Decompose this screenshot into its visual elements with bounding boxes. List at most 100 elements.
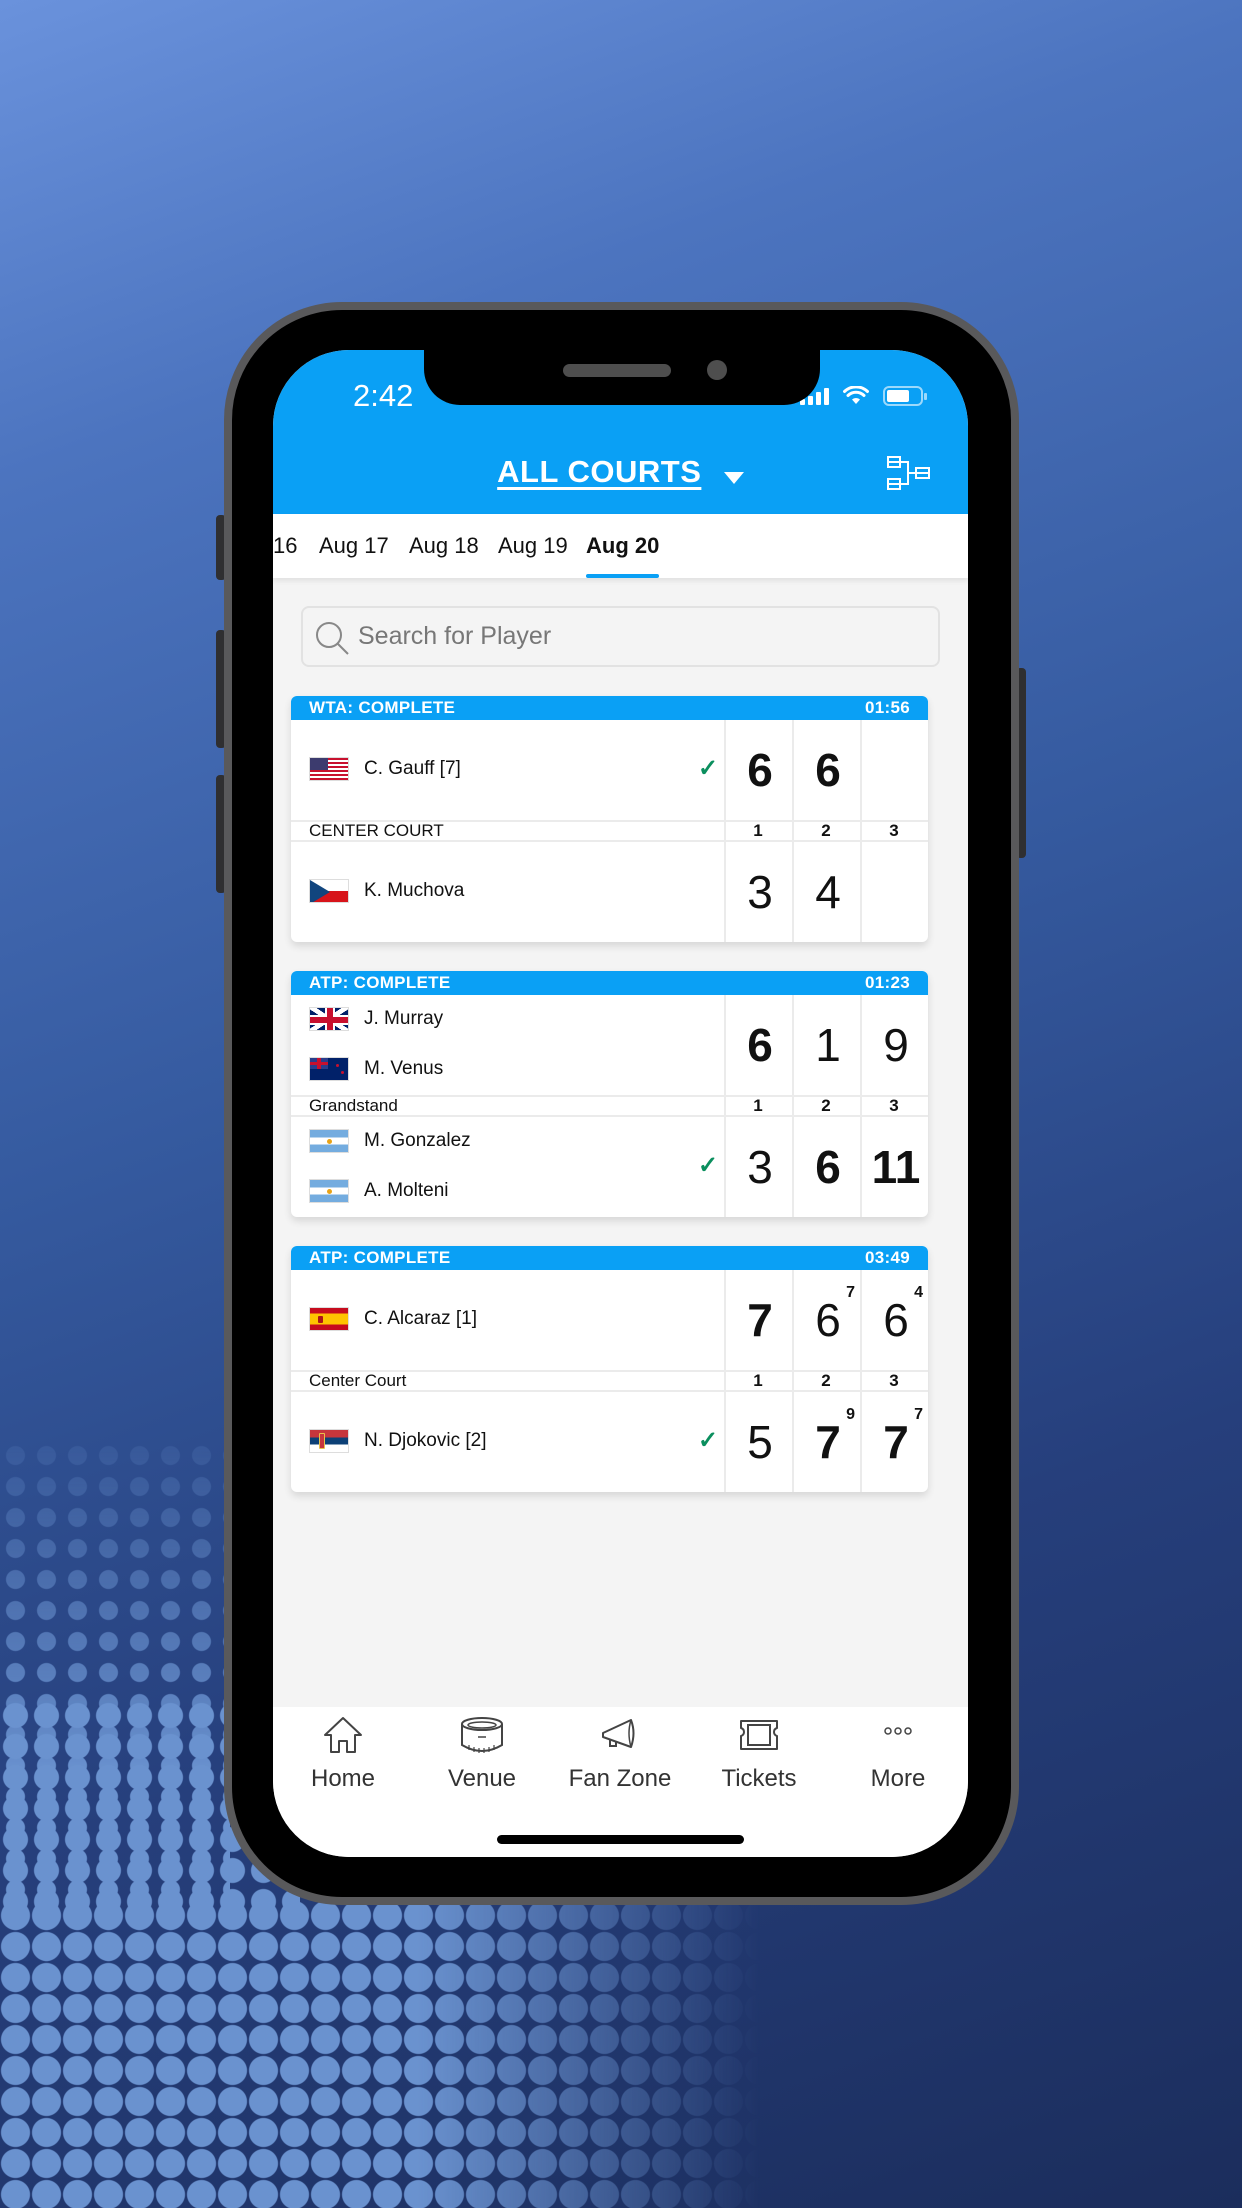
score: 6 [815,744,841,796]
set-column: 6 3 [724,720,792,942]
player: N. Djokovic [2] [309,1429,486,1453]
tiebreak-score: 7 [914,1406,923,1423]
set-column: 6 4 7 7 [860,1270,928,1492]
player: C. Alcaraz [1] [309,1307,477,1331]
bottom-nav: Home Venue Fan Zone Tickets More [273,1707,968,1857]
match-duration: 01:56 [865,698,910,717]
score: 1 [815,1019,841,1071]
match-card[interactable]: WTA: COMPLETE 01:56 C. Gauff [7] ✓ CENTE… [291,696,928,942]
nav-label: More [870,1765,926,1792]
court-selector-dropdown[interactable]: ALL COURTS [273,454,968,490]
team-bottom: K. Muchova [291,842,724,942]
phone-notch [424,350,820,405]
search-input[interactable] [358,608,918,665]
search-box[interactable] [301,606,940,667]
player: J. Murray [309,1007,443,1031]
winner-check-icon: ✓ [698,1427,719,1454]
player: K. Muchova [309,879,464,903]
app-screen: 2:42 ALL COURTS 16 Aug 17 Aug 18 Aug 19 … [273,350,968,1857]
match-header: ATP: COMPLETE 03:49 [291,1246,928,1270]
court-name: CENTER COURT [309,821,444,840]
wifi-icon [843,386,869,404]
tab-date[interactable]: 16 [273,514,297,578]
stadium-icon [461,1717,503,1753]
status-icons [800,386,927,406]
date-tabs: 16 Aug 17 Aug 18 Aug 19 Aug 20 [273,514,968,578]
megaphone-icon [602,1719,635,1748]
set-column: 7 5 [724,1270,792,1492]
tab-date[interactable]: Aug 19 [498,514,568,578]
flag-cze-icon [309,879,349,903]
nav-label: Home [310,1765,376,1792]
match-duration: 03:49 [865,1248,910,1267]
score: 4 [815,866,841,918]
team-bottom: N. Djokovic [2] ✓ [291,1392,724,1492]
battery-icon [883,386,927,406]
front-camera [707,360,727,380]
set-column: 9 11 [860,995,928,1217]
nav-more[interactable]: More [833,1715,963,1793]
team-top: C. Alcaraz [1] [291,1270,724,1370]
ticket-icon [740,1720,778,1750]
chevron-down-icon [723,471,744,484]
tiebreak-score: 4 [914,1284,923,1301]
flag-gbr-icon [309,1007,349,1031]
tab-date-active[interactable]: Aug 20 [586,514,660,578]
tiebreak-score: 7 [846,1284,855,1301]
nav-tickets[interactable]: Tickets [694,1715,824,1793]
status-time: 2:42 [353,378,414,413]
set-column: 6 7 7 9 [792,1270,860,1492]
set-column [860,720,928,942]
score: 5 [747,1416,773,1468]
more-icon [884,1727,912,1735]
player: M. Gonzalez [309,1129,471,1153]
player: M. Venus [309,1057,443,1081]
tiebreak-score: 9 [846,1406,855,1423]
set-column: 1 6 [792,995,860,1217]
speaker-grille [563,364,671,377]
halftone-decoration [0,1900,760,2208]
score: 6 [747,1019,773,1071]
score: 11 [871,1141,921,1193]
score: 3 [747,1141,773,1193]
score: 7 [747,1294,773,1346]
team-top: J. Murray M. Venus [291,995,724,1095]
flag-nzl-icon [309,1057,349,1081]
tab-date[interactable]: Aug 18 [409,514,479,578]
flag-arg-icon [309,1129,349,1153]
winner-check-icon: ✓ [698,1152,719,1179]
search-icon [316,622,349,655]
match-card[interactable]: ATP: COMPLETE 01:23 J. Murray M. Venus G… [291,971,928,1217]
winner-check-icon: ✓ [698,755,719,782]
nav-home[interactable]: Home [278,1715,408,1793]
flag-srb-icon [309,1429,349,1453]
match-status: WTA: COMPLETE [309,698,456,717]
score: 3 [747,866,773,918]
score: 9 [883,1019,909,1071]
court-name: Grandstand [309,1096,398,1115]
match-card[interactable]: ATP: COMPLETE 03:49 C. Alcaraz [1] Cente… [291,1246,928,1492]
bracket-icon[interactable] [886,455,932,491]
court-name: Center Court [309,1371,407,1390]
tab-date[interactable]: Aug 17 [319,514,389,578]
player: C. Gauff [7] [309,757,461,781]
flag-arg-icon [309,1179,349,1203]
match-status: ATP: COMPLETE [309,973,451,992]
set-column: 6 4 [792,720,860,942]
match-status: ATP: COMPLETE [309,1248,451,1267]
flag-esp-icon [309,1307,349,1331]
flag-usa-icon [309,757,349,781]
match-header: ATP: COMPLETE 01:23 [291,971,928,995]
nav-label: Venue [447,1765,517,1792]
score: 6 [747,744,773,796]
home-icon [324,1717,362,1753]
match-header: WTA: COMPLETE 01:56 [291,696,928,720]
set-column: 6 3 [724,995,792,1217]
nav-venue[interactable]: Venue [417,1715,547,1793]
home-indicator[interactable] [497,1835,744,1844]
player: A. Molteni [309,1179,448,1203]
team-bottom: M. Gonzalez A. Molteni ✓ [291,1117,724,1217]
nav-label: Tickets [721,1765,797,1792]
nav-fan-zone[interactable]: Fan Zone [555,1715,685,1793]
nav-label: Fan Zone [568,1765,672,1792]
